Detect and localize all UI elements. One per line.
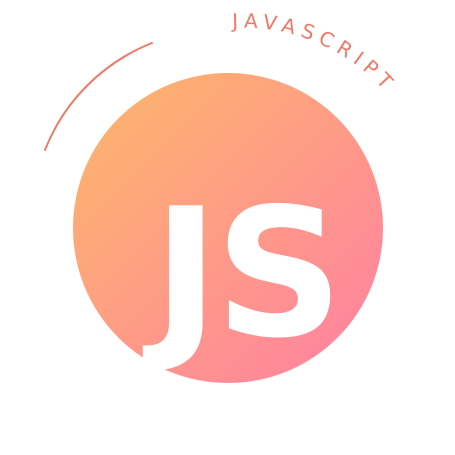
js-monogram: JS bbox=[143, 170, 339, 377]
javascript-logo: JAVASCRIPT JS bbox=[44, 9, 396, 383]
logo-canvas: JAVASCRIPT JS bbox=[0, 0, 455, 455]
